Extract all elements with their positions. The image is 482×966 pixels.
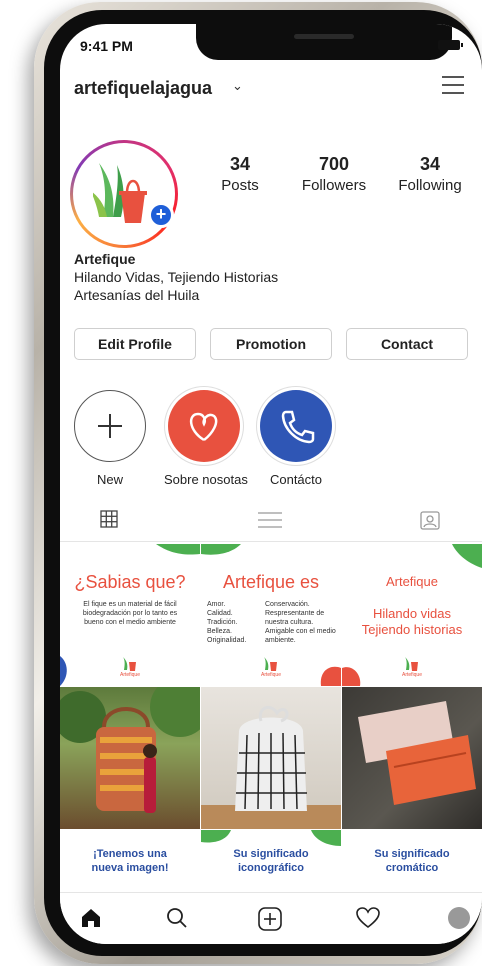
highlight-contacto[interactable]: Contácto [256, 390, 336, 487]
photo-bag-image [60, 687, 200, 813]
post-list-left: Amor. Calidad. Tradición. Belleza. Origi… [207, 600, 267, 645]
list-item: Calidad. [207, 610, 233, 617]
search-icon[interactable] [166, 907, 188, 929]
post-tile[interactable]: Su significado iconográfico [201, 830, 341, 894]
post-title: Artefique es [222, 572, 320, 592]
brand-label: Artefique [401, 672, 422, 678]
post-tile[interactable]: Artefique Hilando vidas Tejiendo histori… [342, 544, 482, 686]
add-story-icon[interactable]: + [148, 202, 174, 228]
home-icon[interactable] [80, 907, 102, 929]
heart-icon[interactable] [356, 907, 380, 929]
list-item: Tradición. [207, 619, 238, 626]
post-tile[interactable]: ¡Tenemos una nueva imagen! [60, 830, 200, 894]
username[interactable]: artefiquelajagua [74, 78, 212, 99]
profile-bio: Artefique Hilando Vidas, Tejiendo Histor… [74, 250, 278, 304]
list-item: Conservación. [265, 601, 310, 608]
bio-line: Hilando Vidas, Tejiendo Historias [74, 269, 279, 285]
status-time: 9:41 PM [80, 38, 133, 54]
profile-avatar-icon[interactable] [448, 907, 470, 929]
grid-divider [341, 544, 342, 894]
post-body: El fique es un material de fácil biodegr… [82, 601, 178, 626]
post-line: ¡Tenemos una [93, 848, 167, 860]
post-line: Su significado [374, 848, 450, 860]
post-line: Su significado [233, 848, 309, 860]
list-item: Amor. [207, 601, 226, 608]
brand-label: Artefique [119, 672, 140, 678]
brand-logo-icon [405, 657, 418, 671]
promotion-button[interactable]: Promotion [210, 328, 332, 360]
stat-followers[interactable]: 700 Followers [294, 154, 374, 194]
post-title: Artefique [385, 574, 439, 589]
highlight-label: Contácto [269, 472, 323, 487]
highlight-sobre-nosotas[interactable]: Sobre nosotas [164, 390, 248, 487]
post-line: iconográfico [237, 862, 304, 874]
post-title: ¿Sabias que? [74, 572, 186, 592]
posts-grid: ¿Sabias que? El fique es un material de … [60, 544, 482, 894]
speaker [294, 34, 354, 39]
chevron-down-icon[interactable]: ⌄ [232, 78, 243, 94]
list-icon[interactable] [258, 510, 282, 530]
brand-logo-icon [264, 657, 277, 671]
grid-divider [200, 544, 201, 894]
post-list-right: Conservación. Respresentante de nuestra … [265, 600, 337, 645]
menu-icon[interactable] [442, 76, 464, 94]
post-tile[interactable]: Su significado cromático [342, 830, 482, 894]
profile-header: artefiquelajagua ⌄ [60, 74, 482, 104]
notch [196, 24, 452, 60]
edit-profile-button[interactable]: Edit Profile [74, 328, 196, 360]
heart-icon [168, 390, 240, 462]
contact-button[interactable]: Contact [346, 328, 468, 360]
brand-logo-icon [123, 657, 136, 671]
photo-backpack-image [201, 705, 341, 829]
profile-name: Artefique [74, 251, 136, 267]
post-tile[interactable] [342, 687, 482, 829]
add-post-icon[interactable] [258, 907, 282, 931]
brand-label: Artefique [260, 672, 281, 678]
highlight-new[interactable]: New [70, 390, 150, 487]
grid-icon[interactable] [100, 510, 118, 528]
list-item: Respresentante de nuestra cultura. [265, 610, 325, 626]
list-item: Amigable con el medio ambiente. [265, 628, 336, 644]
post-line: Tejiendo historias [361, 622, 463, 637]
post-line: cromático [385, 862, 439, 874]
post-tile[interactable]: ¿Sabias que? El fique es un material de … [60, 544, 200, 686]
list-item: Originalidad. [207, 637, 247, 644]
post-line: Hilando vidas [372, 606, 452, 621]
post-tile[interactable] [201, 687, 341, 829]
stat-following[interactable]: 34 Following [390, 154, 470, 194]
post-line: nueva imagen! [91, 862, 169, 874]
avatar-logo [73, 143, 175, 245]
bio-line: Artesanías del Huila [74, 287, 200, 303]
phone-icon [260, 390, 332, 462]
tagged-icon[interactable] [420, 510, 440, 530]
list-item: Belleza. [207, 628, 232, 635]
highlight-label: Sobre nosotas [164, 472, 248, 487]
profile-tabs [60, 500, 482, 542]
app-screen: 9:41 PM artefiquelajagua ⌄ + 34 Posts 70… [60, 24, 482, 944]
plus-icon [74, 390, 146, 462]
battery-icon [438, 40, 463, 50]
post-tile[interactable]: Artefique es Amor. Calidad. Tradición. B… [201, 544, 341, 686]
photo-pouches-image [358, 701, 476, 805]
post-tile[interactable] [60, 687, 200, 829]
stat-posts[interactable]: 34 Posts [210, 154, 270, 194]
highlight-label: New [96, 472, 123, 487]
avatar[interactable] [70, 140, 178, 248]
bottom-nav [60, 892, 482, 944]
